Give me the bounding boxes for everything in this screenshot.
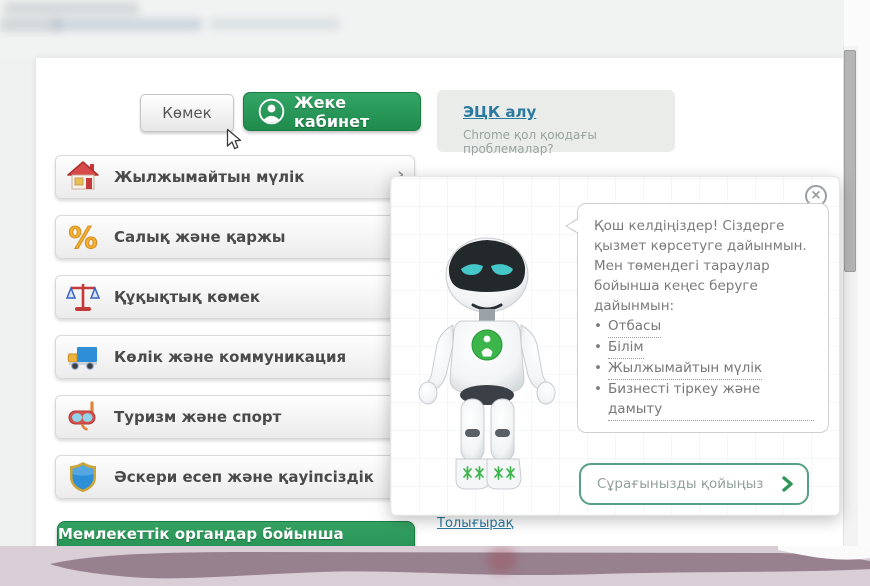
- sidebar-item-label: Салық және қаржы: [114, 228, 286, 246]
- list-item: • Жылжымайтын мүлік: [594, 359, 814, 380]
- svg-text:%: %: [68, 221, 97, 254]
- sidebar-item-label: Жылжымайтын мүлік: [114, 168, 305, 186]
- sidebar-item-transport[interactable]: Көлік және коммуникация: [55, 335, 415, 379]
- bullet: •: [594, 380, 602, 397]
- person-icon: [258, 98, 285, 125]
- assistant-speech-bubble: Қош келдіңіздер! Сіздерге қызмет көрсету…: [565, 203, 829, 433]
- list-item: • Білім: [594, 338, 814, 359]
- chevron-right-icon: [781, 476, 795, 492]
- scales-icon: [65, 280, 101, 314]
- house-icon: [66, 160, 100, 194]
- personal-cabinet-label: Жеке кабинет: [294, 92, 370, 131]
- page: Көмек Жеке кабинет ЭЦК алу Chrome қол қо…: [0, 0, 870, 586]
- blurred-header-shape: [210, 18, 340, 30]
- sidebar-item-label: Көлік және коммуникация: [114, 348, 347, 366]
- topic-link-real-estate[interactable]: Жылжымайтын мүлік: [607, 359, 763, 380]
- sidebar-item-military-security[interactable]: Әскери есеп және қауіпсіздік: [55, 455, 415, 499]
- sidebar-item-tourism-sport[interactable]: Туризм және спорт: [55, 395, 415, 439]
- bullet: •: [594, 359, 602, 376]
- mouse-cursor: [226, 128, 242, 150]
- ask-question-placeholder: Сұрағынызды қойыңыз: [597, 476, 764, 492]
- personal-cabinet-button[interactable]: Жеке кабинет: [243, 92, 421, 131]
- sidebar-item-legal-help[interactable]: Құқықтық көмек: [55, 275, 415, 319]
- ecp-box: ЭЦК алу Chrome қол қоюдағы проблемалар?: [437, 90, 675, 156]
- topic-link-business[interactable]: Бизнесті тіркеу және дамыту: [607, 380, 814, 421]
- help-button[interactable]: Көмек: [140, 94, 234, 132]
- sidebar-item-real-estate[interactable]: Жылжымайтын мүлік: [55, 155, 415, 199]
- sidebar-item-tax-finance[interactable]: % Салық және қаржы: [55, 215, 415, 259]
- scrollbar-thumb[interactable]: [844, 50, 856, 272]
- bullet: •: [594, 338, 602, 355]
- list-item: • Бизнесті тіркеу және дамыту: [594, 380, 814, 421]
- more-link[interactable]: Толығырақ: [437, 516, 513, 531]
- blurred-header-shape: [4, 2, 139, 15]
- truck-icon: [66, 340, 100, 374]
- sidebar-item-label: Құқықтық көмек: [114, 288, 261, 306]
- assistant-greeting: Қош келдіңіздер! Сіздерге қызмет көрсету…: [594, 218, 807, 314]
- diving-mask-icon: [66, 400, 100, 434]
- ecp-link[interactable]: ЭЦК алу: [463, 103, 536, 121]
- ask-question-input[interactable]: Сұрағынызды қойыңыз: [579, 463, 809, 505]
- help-button-label: Көмек: [162, 104, 212, 122]
- bullet: •: [594, 317, 602, 334]
- assistant-popup: × Қош келдіңіздер! Сіздерге қызмет көрсе…: [390, 176, 840, 516]
- ecp-note: Chrome қол қоюдағы проблемалар?: [463, 128, 597, 156]
- topic-link-family[interactable]: Отбасы: [607, 317, 662, 338]
- sidebar-item-label: Әскери есеп және қауіпсіздік: [114, 468, 374, 486]
- footer-wave-decoration: [0, 546, 870, 586]
- blurred-header-shape: [52, 18, 202, 31]
- percent-icon: %: [66, 220, 100, 256]
- list-item: • Отбасы: [594, 317, 814, 338]
- topic-link-education[interactable]: Білім: [607, 338, 644, 359]
- sidebar-item-label: Туризм және спорт: [114, 408, 282, 426]
- shield-icon: [66, 460, 100, 494]
- robot-assistant-illustration: [409, 223, 569, 503]
